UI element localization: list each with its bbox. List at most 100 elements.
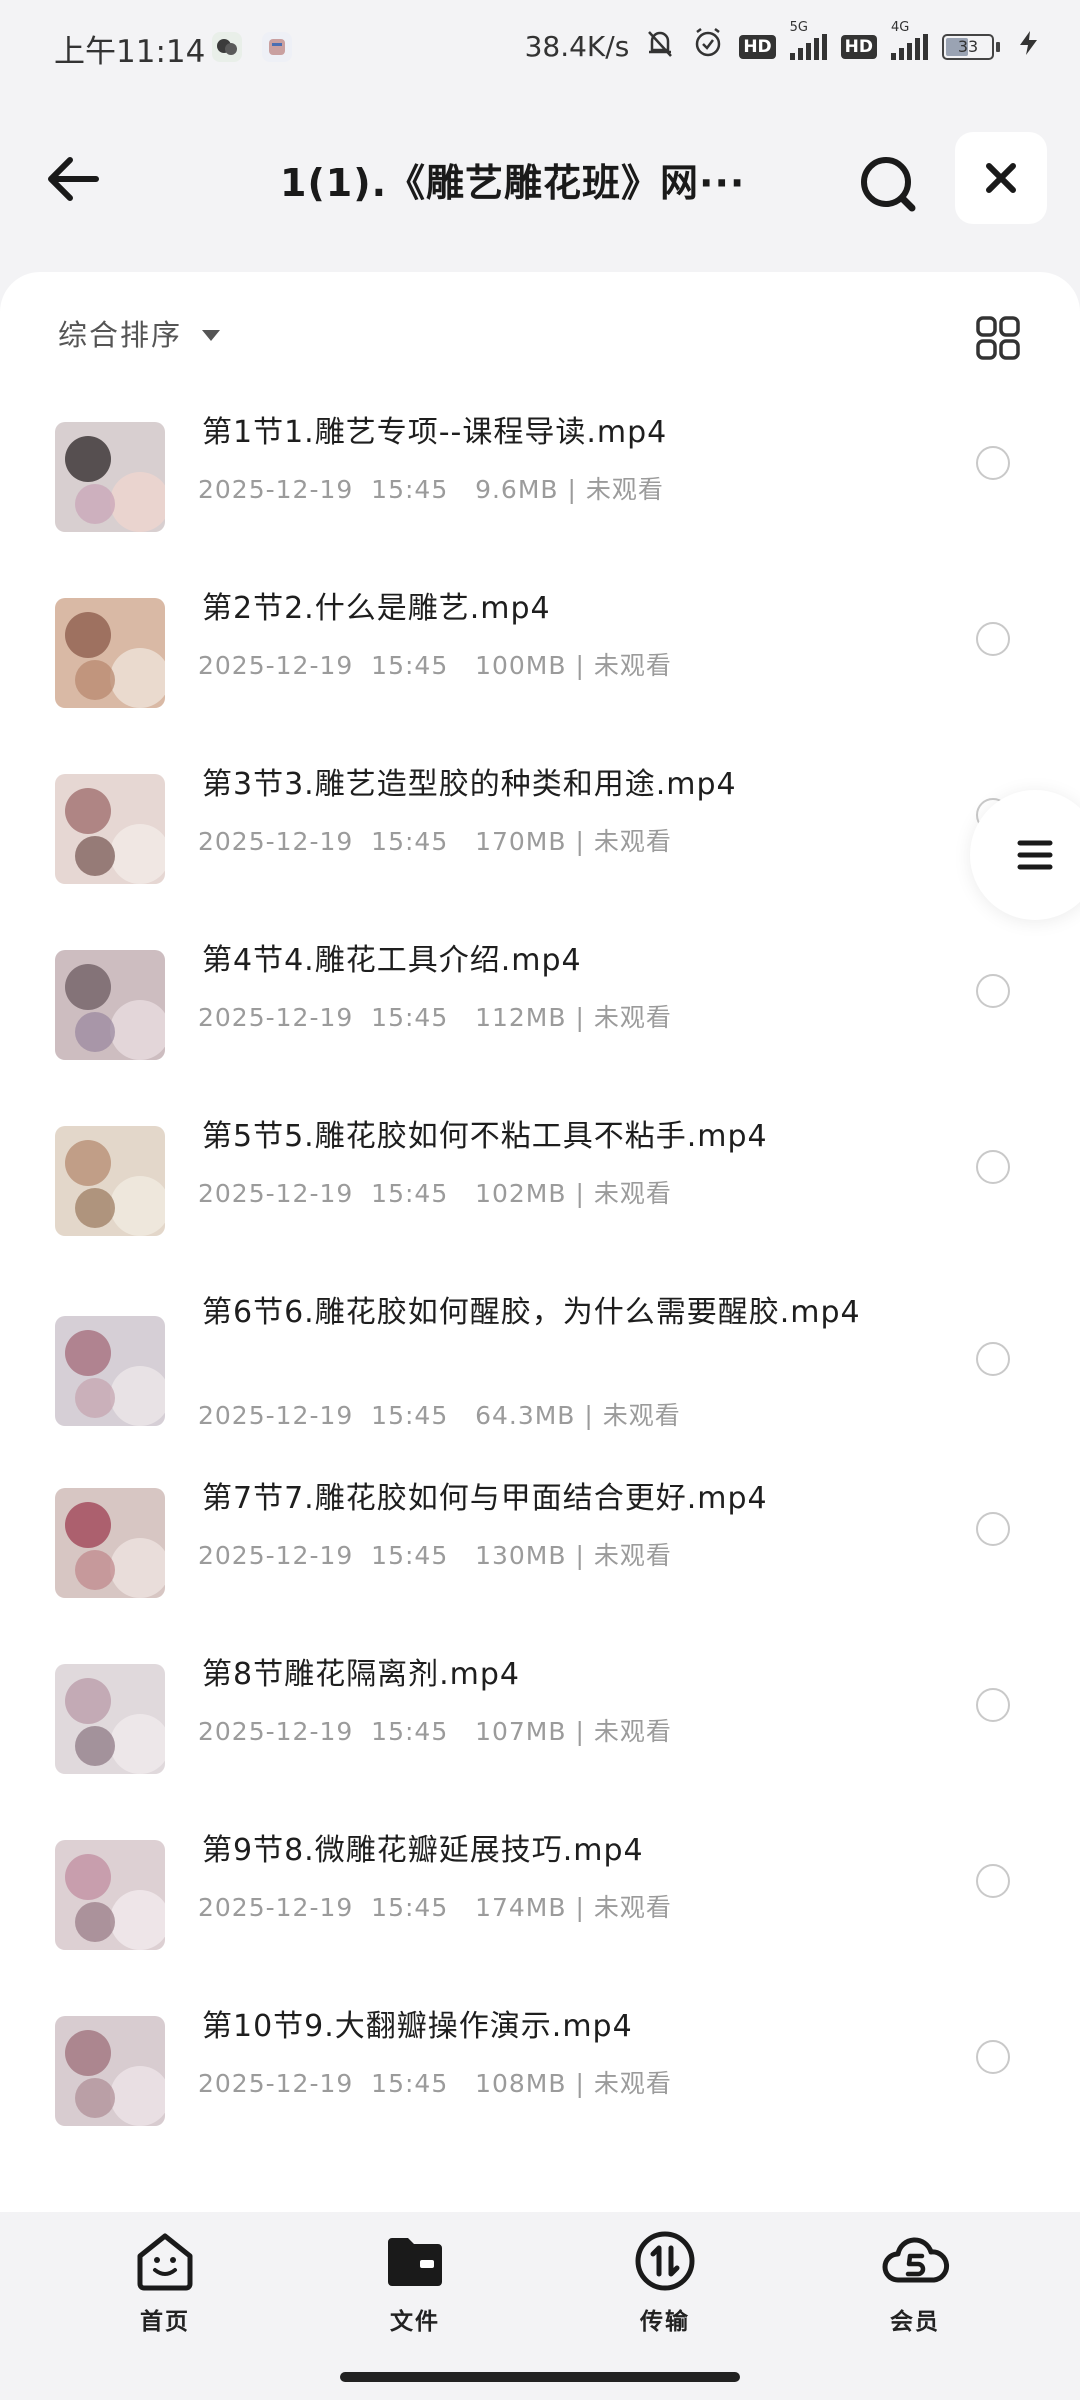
grid-view-icon bbox=[976, 316, 1020, 360]
caret-down-icon bbox=[202, 329, 221, 341]
net-4g-label: 4G bbox=[891, 19, 910, 35]
file-date: 2025-12-19 15:45 bbox=[198, 827, 449, 856]
watch-status: 未观看 bbox=[602, 1401, 681, 1430]
file-row[interactable]: 第2节2.什么是雕艺.mp4 2025-12-19 15:45 100MB | 未… bbox=[0, 591, 1080, 748]
meta-separator: | bbox=[558, 475, 586, 504]
file-size: 170MB bbox=[475, 827, 567, 856]
file-row[interactable]: 第5节5.雕花胶如何不粘工具不粘手.mp4 2025-12-19 15:45 10… bbox=[0, 1119, 1080, 1276]
home-indicator bbox=[340, 2372, 740, 2382]
file-row[interactable]: 第10节9.大翻瓣操作演示.mp4 2025-12-19 15:45 108MB … bbox=[0, 2009, 1080, 2166]
select-radio[interactable] bbox=[976, 446, 1010, 480]
file-size: 107MB bbox=[475, 1717, 567, 1746]
file-meta: 2025-12-19 15:45 108MB | 未观看 bbox=[198, 2064, 672, 2100]
file-name: 第10节9.大翻瓣操作演示.mp4 bbox=[202, 2009, 633, 2044]
battery-level: 33 bbox=[957, 36, 979, 56]
file-size: 174MB bbox=[475, 1893, 567, 1922]
wechat-icon bbox=[212, 32, 242, 62]
video-thumbnail bbox=[55, 1126, 165, 1236]
file-date: 2025-12-19 15:45 bbox=[198, 1003, 449, 1032]
meta-separator: | bbox=[566, 1893, 594, 1922]
video-thumbnail bbox=[55, 774, 165, 884]
file-meta: 2025-12-19 15:45 112MB | 未观看 bbox=[198, 998, 672, 1034]
watch-status: 未观看 bbox=[593, 1179, 672, 1208]
file-date: 2025-12-19 15:45 bbox=[198, 1401, 449, 1430]
file-size: 102MB bbox=[475, 1179, 567, 1208]
select-radio[interactable] bbox=[976, 1342, 1010, 1376]
select-radio[interactable] bbox=[976, 1150, 1010, 1184]
file-name: 第9节8.微雕花瓣延展技巧.mp4 bbox=[202, 1833, 644, 1868]
file-name: 第2节2.什么是雕艺.mp4 bbox=[202, 591, 551, 626]
net-5g-label: 5G bbox=[789, 19, 809, 35]
meta-separator: | bbox=[566, 1541, 594, 1570]
meta-separator: | bbox=[566, 2069, 594, 2098]
file-row[interactable]: 第6节6.雕花胶如何醒胶，为什么需要醒胶.mp4 2025-12-19 15:45… bbox=[0, 1295, 1080, 1452]
view-toggle-button[interactable] bbox=[968, 308, 1028, 368]
watch-status: 未观看 bbox=[593, 1717, 672, 1746]
watch-status: 未观看 bbox=[593, 2069, 672, 2098]
menu-icon bbox=[1017, 840, 1053, 870]
file-date: 2025-12-19 15:45 bbox=[198, 2069, 449, 2098]
nav-home-label: 首页 bbox=[140, 2309, 190, 2335]
sort-dropdown[interactable]: 综合排序 bbox=[58, 312, 221, 354]
search-button[interactable] bbox=[848, 144, 928, 224]
status-time: 上午11:14 bbox=[54, 34, 206, 70]
select-radio[interactable] bbox=[976, 974, 1010, 1008]
meta-separator: | bbox=[566, 651, 594, 680]
file-meta: 2025-12-19 15:45 102MB | 未观看 bbox=[198, 1174, 672, 1210]
file-row[interactable]: 第9节8.微雕花瓣延展技巧.mp4 2025-12-19 15:45 174MB … bbox=[0, 1833, 1080, 1990]
file-date: 2025-12-19 15:45 bbox=[198, 651, 449, 680]
select-radio[interactable] bbox=[976, 2040, 1010, 2074]
side-menu-handle[interactable] bbox=[970, 790, 1080, 920]
meta-separator: | bbox=[566, 1179, 594, 1208]
meta-separator: | bbox=[566, 827, 594, 856]
close-icon bbox=[986, 163, 1016, 193]
file-date: 2025-12-19 15:45 bbox=[198, 475, 449, 504]
file-size: 112MB bbox=[475, 1003, 567, 1032]
file-name: 第4节4.雕花工具介绍.mp4 bbox=[202, 943, 582, 978]
nav-transfer[interactable]: 传输 bbox=[605, 2226, 725, 2336]
select-radio[interactable] bbox=[976, 1688, 1010, 1722]
select-radio[interactable] bbox=[976, 1864, 1010, 1898]
file-size: 9.6MB bbox=[475, 475, 559, 504]
meta-separator: | bbox=[575, 1401, 603, 1430]
file-meta: 2025-12-19 15:45 170MB | 未观看 bbox=[198, 822, 672, 858]
video-thumbnail bbox=[55, 1840, 165, 1950]
net-speed: 38.4K/s bbox=[524, 30, 630, 63]
status-indicators: 38.4K/s HD 5G HD 4G 33 bbox=[524, 20, 1044, 67]
select-radio[interactable] bbox=[976, 622, 1010, 656]
file-row[interactable]: 第3节3.雕艺造型胶的种类和用途.mp4 2025-12-19 15:45 170… bbox=[0, 767, 1080, 924]
file-date: 2025-12-19 15:45 bbox=[198, 1179, 449, 1208]
file-meta: 2025-12-19 15:45 107MB | 未观看 bbox=[198, 1712, 672, 1748]
page-title: 1(1).《雕艺雕花班》网··· bbox=[280, 161, 746, 205]
file-row[interactable]: 第4节4.雕花工具介绍.mp4 2025-12-19 15:45 112MB | … bbox=[0, 943, 1080, 1100]
select-radio[interactable] bbox=[976, 1512, 1010, 1546]
file-size: 108MB bbox=[475, 2069, 567, 2098]
nav-vip[interactable]: 会员 bbox=[855, 2226, 975, 2336]
folder-icon bbox=[388, 2238, 442, 2286]
file-meta: 2025-12-19 15:45 174MB | 未观看 bbox=[198, 1888, 672, 1924]
nav-home[interactable]: 首页 bbox=[105, 2226, 225, 2336]
file-name: 第5节5.雕花胶如何不粘工具不粘手.mp4 bbox=[202, 1119, 768, 1154]
file-name: 第1节1.雕艺专项--课程导读.mp4 bbox=[202, 415, 668, 450]
file-size: 64.3MB bbox=[475, 1401, 576, 1430]
back-button[interactable] bbox=[40, 144, 110, 214]
file-meta: 2025-12-19 15:45 64.3MB | 未观看 bbox=[198, 1396, 681, 1432]
watch-status: 未观看 bbox=[593, 1003, 672, 1032]
meta-separator: | bbox=[566, 1003, 594, 1032]
file-row[interactable]: 第7节7.雕花胶如何与甲面结合更好.mp4 2025-12-19 15:45 13… bbox=[0, 1481, 1080, 1638]
close-button[interactable] bbox=[955, 132, 1047, 224]
transfer-icon bbox=[635, 2231, 695, 2291]
file-date: 2025-12-19 15:45 bbox=[198, 1717, 449, 1746]
video-thumbnail bbox=[55, 598, 165, 708]
video-thumbnail bbox=[55, 422, 165, 532]
nav-files[interactable]: 文件 bbox=[355, 2226, 475, 2336]
file-date: 2025-12-19 15:45 bbox=[198, 1893, 449, 1922]
arrow-left-icon bbox=[48, 157, 99, 201]
nav-files-label: 文件 bbox=[390, 2309, 440, 2335]
file-row[interactable]: 第1节1.雕艺专项--课程导读.mp4 2025-12-19 15:45 9.6M… bbox=[0, 415, 1080, 572]
signal-icon-5g: 5G bbox=[789, 20, 827, 60]
signal-icon-4g: 4G bbox=[891, 20, 928, 60]
file-name: 第7节7.雕花胶如何与甲面结合更好.mp4 bbox=[202, 1481, 768, 1516]
search-icon bbox=[861, 157, 916, 212]
file-row[interactable]: 第8节雕花隔离剂.mp4 2025-12-19 15:45 107MB | 未观看 bbox=[0, 1657, 1080, 1814]
